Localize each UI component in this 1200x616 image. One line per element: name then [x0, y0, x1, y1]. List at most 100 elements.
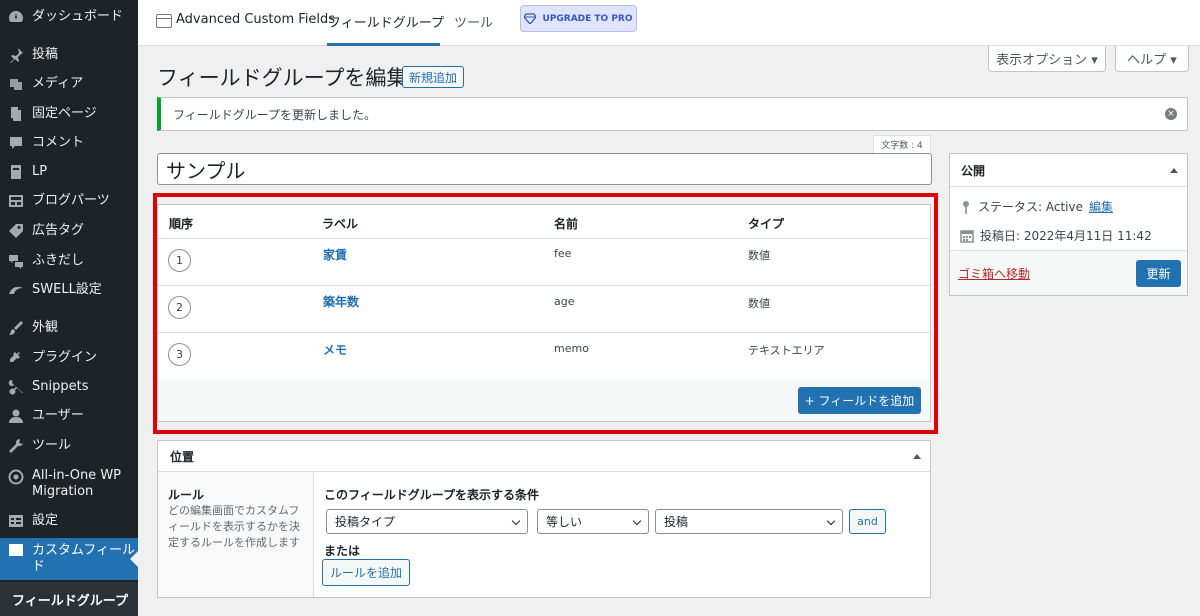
- collapse-toggle-icon[interactable]: [913, 454, 921, 459]
- collapse-toggle-icon[interactable]: [1170, 168, 1178, 173]
- sidebar-item-label: LP: [32, 164, 48, 179]
- ad-tag-icon: [8, 223, 24, 239]
- comment-icon: [8, 135, 24, 151]
- select-value: 投稿: [664, 515, 689, 529]
- add-rule-group-button[interactable]: ルールを追加: [322, 559, 410, 586]
- sidebar-item-label: ユーザー: [32, 408, 84, 423]
- status-edit-link[interactable]: 編集: [1089, 198, 1113, 215]
- acf-header: Advanced Custom Fields フィールドグループ ツール UPG…: [138, 0, 1200, 46]
- acf-logo-icon: [156, 14, 172, 28]
- rule-value-select[interactable]: 投稿: [655, 509, 843, 534]
- snippets-icon: [8, 379, 24, 395]
- balloon-icon: [8, 253, 24, 269]
- publish-title: 公開: [961, 163, 986, 178]
- lp-icon: [8, 164, 24, 180]
- title-input[interactable]: [157, 153, 932, 185]
- condition-title: このフィールドグループを表示する条件: [324, 488, 540, 502]
- add-new-button[interactable]: 新規追加: [402, 66, 465, 88]
- sidebar-item-label: 広告タグ: [32, 223, 85, 238]
- plugin-icon: [8, 350, 24, 366]
- sidebar-item-label: 固定ページ: [32, 106, 97, 121]
- date-text: 投稿日: 2022年4月11日 11:42: [980, 229, 1152, 243]
- move-to-trash-link[interactable]: ゴミ箱へ移動: [958, 265, 1030, 282]
- page-title: フィールドグループを編集: [157, 66, 408, 90]
- upgrade-to-pro-button[interactable]: UPGRADE TO PRO: [520, 5, 637, 32]
- rule-operator-select[interactable]: 等しい: [537, 509, 649, 534]
- chevron-down-icon: [511, 516, 521, 526]
- sidebar-item-comments[interactable]: コメント: [0, 130, 138, 156]
- media-icon: [8, 76, 24, 92]
- sidebar-item-label: ブログパーツ: [32, 193, 110, 208]
- swell-icon: [8, 282, 24, 298]
- sidebar-item-settings[interactable]: 設定: [0, 508, 138, 534]
- user-icon: [8, 408, 24, 424]
- sidebar-item-posts[interactable]: 投稿: [0, 42, 138, 68]
- sidebar-item-label: カスタムフィールド: [32, 543, 135, 574]
- sidebar-item-label: 外観: [32, 320, 59, 335]
- sidebar-item-media[interactable]: メディア: [0, 71, 138, 97]
- sidebar-item-appearance[interactable]: 外観: [0, 315, 138, 341]
- location-rule-sidebar: ルール どの編集画面でカスタムフィールドを表示するかを決定するルールを作成します: [158, 472, 314, 597]
- sidebar-item-plugins[interactable]: プラグイン: [0, 345, 138, 371]
- sidebar-item-pages[interactable]: 固定ページ: [0, 101, 138, 127]
- sidebar-item-lp[interactable]: LP: [0, 159, 138, 185]
- sidebar-item-swell[interactable]: SWELL設定: [0, 277, 138, 303]
- dashboard-icon: [8, 9, 24, 25]
- sidebar-item-label: All-in-One WP Migration: [32, 468, 122, 499]
- location-box-header[interactable]: 位置: [158, 441, 930, 472]
- blog-parts-icon: [8, 193, 24, 209]
- sidebar-item-dashboard[interactable]: ダッシュボード: [0, 4, 138, 30]
- sidebar-item-label: プラグイン: [32, 350, 98, 365]
- sidebar-item-label: コメント: [32, 135, 85, 150]
- rule-param-select[interactable]: 投稿タイプ: [326, 509, 528, 534]
- notice-text: フィールドグループを更新しました。: [173, 107, 377, 122]
- sidebar-item-balloon[interactable]: ふきだし: [0, 248, 138, 274]
- success-notice: フィールドグループを更新しました。 ×: [157, 97, 1188, 131]
- location-title: 位置: [170, 449, 195, 464]
- sidebar-item-label: メディア: [32, 76, 84, 91]
- sidebar-item-custom-fields[interactable]: カスタムフィールド: [0, 538, 138, 580]
- rule-title: ルール: [168, 488, 205, 502]
- update-button[interactable]: 更新: [1136, 260, 1181, 287]
- status-row: ステータス: Active 編集: [960, 198, 1113, 215]
- sidebar-item-label: ダッシュボード: [32, 9, 124, 24]
- or-label: または: [324, 544, 361, 558]
- help-button[interactable]: ヘルプ ▾: [1115, 46, 1189, 72]
- current-menu-arrow: [130, 551, 138, 567]
- active-tab-indicator: [327, 43, 440, 46]
- select-value: 等しい: [546, 515, 583, 529]
- and-button[interactable]: and: [849, 509, 886, 534]
- diamond-icon: [524, 13, 537, 24]
- screen-options-button[interactable]: 表示オプション ▾: [988, 46, 1106, 72]
- location-box: 位置 ルール どの編集画面でカスタムフィールドを表示するかを決定するルールを作成…: [157, 440, 931, 598]
- rule-description: どの編集画面でカスタムフィールドを表示するかを決定するルールを作成します: [168, 504, 300, 549]
- sidebar-item-users[interactable]: ユーザー: [0, 403, 138, 429]
- publish-box: 公開 ステータス: Active 編集 投稿日: 2022年4月11日 11:4…: [949, 153, 1188, 296]
- migration-icon: [8, 469, 24, 485]
- pin-icon: [963, 200, 969, 214]
- sidebar-item-label: 投稿: [32, 47, 59, 62]
- sidebar-item-label: ツール: [32, 438, 72, 453]
- publish-actions: ゴミ箱へ移動 更新: [950, 250, 1187, 295]
- publish-box-header[interactable]: 公開: [950, 154, 1187, 187]
- sidebar-submenu-field-groups[interactable]: フィールドグループ: [0, 582, 138, 616]
- admin-sidebar: ダッシュボード 投稿 メディア 固定ページ コメント LP ブログパーツ 広告タ…: [0, 0, 138, 616]
- upgrade-label: UPGRADE TO PRO: [542, 13, 633, 24]
- date-row: 投稿日: 2022年4月11日 11:42: [960, 227, 1152, 244]
- acf-brand-title: Advanced Custom Fields: [176, 12, 336, 27]
- page-icon: [8, 106, 24, 122]
- sidebar-item-blog-parts[interactable]: ブログパーツ: [0, 188, 138, 214]
- settings-icon: [8, 513, 24, 529]
- highlight-outline: [153, 193, 938, 434]
- sidebar-item-migration[interactable]: All-in-One WP Migration: [0, 466, 138, 502]
- chevron-down-icon: [826, 516, 836, 526]
- tab-field-groups[interactable]: フィールドグループ: [328, 12, 444, 31]
- sidebar-item-tools[interactable]: ツール: [0, 433, 138, 459]
- dismiss-icon[interactable]: ×: [1165, 108, 1177, 120]
- sidebar-item-label: Snippets: [32, 379, 89, 394]
- tab-tools[interactable]: ツール: [454, 12, 493, 31]
- appearance-icon: [8, 320, 24, 336]
- sidebar-item-snippets[interactable]: Snippets: [0, 374, 138, 400]
- custom-fields-icon: [8, 542, 24, 558]
- sidebar-item-ad-tag[interactable]: 広告タグ: [0, 218, 138, 244]
